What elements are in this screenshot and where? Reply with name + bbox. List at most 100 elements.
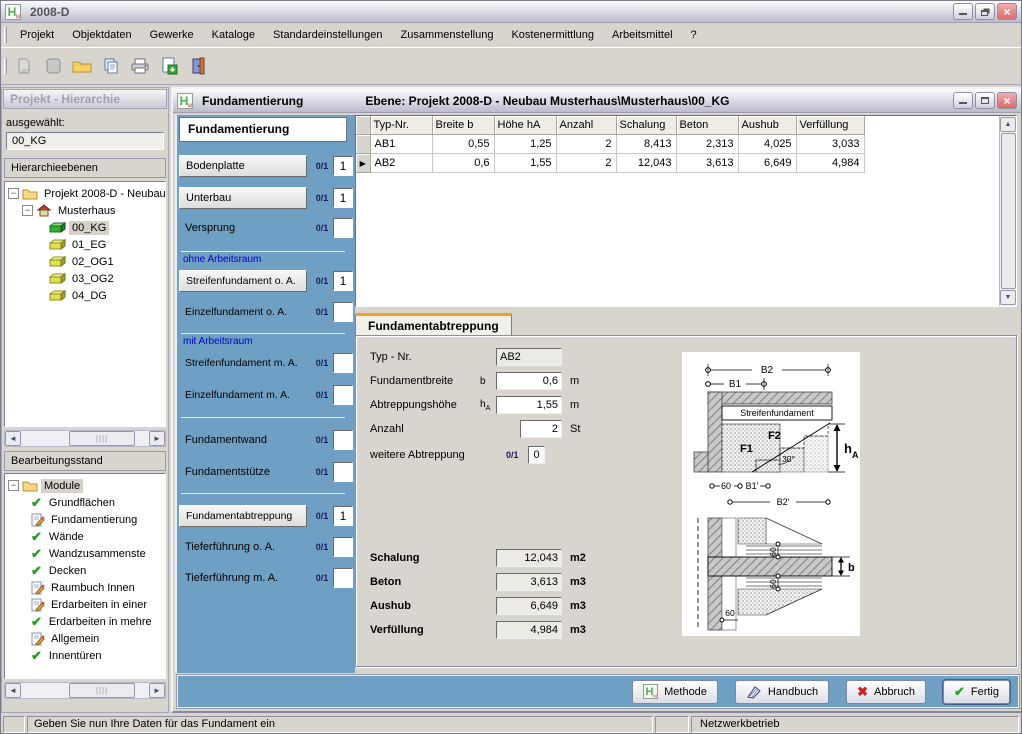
scroll-down-icon[interactable]: ▼	[1000, 290, 1016, 305]
handbuch-button[interactable]: Handbuch	[735, 680, 829, 704]
bodenplatte-button[interactable]: Bodenplatte	[179, 155, 307, 177]
collapse-icon[interactable]: −	[22, 205, 33, 216]
row-selector[interactable]	[356, 134, 370, 153]
row-selector-current[interactable]: ▶	[356, 153, 370, 172]
streifenfundament-oa-count-box[interactable]: 1	[333, 271, 353, 291]
hierarchy-hscrollbar[interactable]: ◄ |||| ►	[4, 430, 166, 447]
versprung-label[interactable]: Versprung	[179, 217, 307, 239]
col-verfuellung[interactable]: Verfüllung	[796, 116, 864, 134]
scroll-right-icon[interactable]: ►	[149, 683, 165, 698]
tree-node-floor-01eg[interactable]: 01_EG	[5, 236, 165, 253]
module-innentueren[interactable]: ✔ Innentüren	[5, 647, 165, 664]
scroll-thumb[interactable]: ||||	[69, 431, 135, 446]
col-aushub[interactable]: Aushub	[738, 116, 796, 134]
table-row[interactable]: AB1 0,55 1,25 2 8,413 2,313 4,025 3,033	[356, 134, 864, 153]
methode-button[interactable]: HM Methode	[632, 680, 718, 704]
abtreppungshoehe-input[interactable]: 1,55	[496, 396, 562, 414]
module-fundamentierung[interactable]: Fundamentierung	[5, 511, 165, 528]
abbruch-button[interactable]: ✖ Abbruch	[846, 680, 926, 704]
streifenfundament-ma-count-box[interactable]	[333, 353, 353, 373]
child-minimize-button[interactable]	[953, 92, 973, 109]
print-icon[interactable]	[127, 53, 153, 79]
fundamentabtreppung-button[interactable]: Fundamentabtreppung	[179, 505, 307, 527]
col-schalung[interactable]: Schalung	[616, 116, 676, 134]
tieferfuehrung-oa-count-box[interactable]	[333, 537, 353, 557]
menu-objektdaten[interactable]: Objektdaten	[63, 26, 140, 44]
scroll-up-icon[interactable]: ▲	[1000, 117, 1016, 132]
open-folder-icon[interactable]	[69, 53, 95, 79]
module-grundflaechen[interactable]: ✔ Grundflächen	[5, 494, 165, 511]
fundamentwand-label[interactable]: Fundamentwand	[179, 429, 307, 451]
anzahl-input[interactable]: 2	[520, 420, 562, 438]
menu-standardeinstellungen[interactable]: Standardeinstellungen	[264, 26, 391, 44]
fundamentabtreppung-count-box[interactable]: 1	[333, 506, 353, 526]
tieferfuehrung-ma-label[interactable]: Tieferführung m. A.	[179, 567, 307, 589]
col-beton[interactable]: Beton	[676, 116, 738, 134]
collapse-icon[interactable]: −	[8, 480, 19, 491]
col-breite[interactable]: Breite b	[432, 116, 494, 134]
tieferfuehrung-oa-label[interactable]: Tieferführung o. A.	[179, 536, 307, 558]
fundamentstuetze-label[interactable]: Fundamentstütze	[179, 461, 307, 483]
scroll-thumb[interactable]	[1001, 133, 1016, 289]
col-typ-nr[interactable]: Typ-Nr.	[370, 116, 432, 134]
app-minimize-button[interactable]	[953, 3, 973, 20]
module-raumbuch-innen[interactable]: Raumbuch Innen	[5, 579, 165, 596]
child-close-button[interactable]: ×	[997, 92, 1017, 109]
unterbau-button[interactable]: Unterbau	[179, 187, 307, 209]
hierarchy-levels-header[interactable]: Hierarchieebenen	[4, 158, 166, 178]
bodenplatte-count-box[interactable]: 1	[333, 156, 353, 176]
versprung-count-box[interactable]	[333, 218, 353, 238]
tree-node-building[interactable]: − Musterhaus	[5, 202, 165, 219]
menu-help[interactable]: ?	[682, 26, 706, 44]
module-decken[interactable]: ✔ Decken	[5, 562, 165, 579]
tree-node-floor-02og1[interactable]: 02_OG1	[5, 253, 165, 270]
einzelfundament-oa-label[interactable]: Einzelfundament o. A.	[179, 301, 307, 323]
export-icon[interactable]	[156, 53, 182, 79]
child-maximize-button[interactable]	[975, 92, 995, 109]
scroll-left-icon[interactable]: ◄	[5, 683, 21, 698]
einzelfundament-ma-count-box[interactable]	[333, 385, 353, 405]
col-anzahl[interactable]: Anzahl	[556, 116, 616, 134]
progress-hscrollbar[interactable]: ◄ |||| ►	[4, 682, 166, 699]
app-restore-button[interactable]	[975, 3, 995, 20]
app-close-button[interactable]: ×	[997, 3, 1017, 20]
grid-vscrollbar[interactable]: ▲ ▼	[999, 116, 1016, 306]
new-document-icon[interactable]	[11, 53, 37, 79]
scroll-left-icon[interactable]: ◄	[5, 431, 21, 446]
progress-panel-header[interactable]: Bearbeitungsstand	[4, 451, 166, 471]
fertig-button[interactable]: ✔ Fertig	[943, 680, 1010, 704]
unterbau-count-box[interactable]: 1	[333, 188, 353, 208]
fundamentwand-count-box[interactable]	[333, 430, 353, 450]
scroll-right-icon[interactable]: ►	[149, 431, 165, 446]
menu-gewerke[interactable]: Gewerke	[141, 26, 203, 44]
copy-icon[interactable]	[98, 53, 124, 79]
einzelfundament-ma-label[interactable]: Einzelfundament m. A.	[179, 384, 307, 406]
module-erdarbeiten-einer[interactable]: Erdarbeiten in einer	[5, 596, 165, 613]
fundamentbreite-input[interactable]: 0,6	[496, 372, 562, 390]
tree-node-project[interactable]: − Projekt 2008-D - Neubau	[5, 185, 165, 202]
menu-arbeitsmittel[interactable]: Arbeitsmittel	[603, 26, 682, 44]
exit-door-icon[interactable]	[185, 53, 211, 79]
module-waende[interactable]: ✔ Wände	[5, 528, 165, 545]
module-erdarbeiten-mehre[interactable]: ✔ Erdarbeiten in mehre	[5, 613, 165, 630]
menu-kostenermittlung[interactable]: Kostenermittlung	[502, 26, 603, 44]
weitere-abtreppung-input[interactable]: 0	[528, 446, 545, 464]
menu-projekt[interactable]: Projekt	[11, 26, 63, 44]
tieferfuehrung-ma-count-box[interactable]	[333, 568, 353, 588]
scroll-thumb[interactable]: ||||	[69, 683, 135, 698]
einzelfundament-oa-count-box[interactable]	[333, 302, 353, 322]
menu-kataloge[interactable]: Kataloge	[203, 26, 264, 44]
col-hoehe[interactable]: Höhe hA	[494, 116, 556, 134]
fundamentstuetze-count-box[interactable]	[333, 462, 353, 482]
collapse-icon[interactable]: −	[8, 188, 19, 199]
streifenfundament-ma-label[interactable]: Streifenfundament m. A.	[179, 352, 307, 374]
tree-node-floor-04dg[interactable]: 04_DG	[5, 287, 165, 304]
open-project-icon[interactable]	[40, 53, 66, 79]
table-row-selected[interactable]: ▶ AB2 0,6 1,55 2 12,043 3,613 6,649 4,98…	[356, 153, 864, 172]
tree-node-floor-03og2[interactable]: 03_OG2	[5, 270, 165, 287]
module-wandzusammenstellung[interactable]: ✔ Wandzusammenste	[5, 545, 165, 562]
tab-fundamentabtreppung[interactable]: Fundamentabtreppung	[355, 313, 512, 336]
tree-node-module[interactable]: − Module	[5, 477, 165, 494]
tree-node-floor-00kg[interactable]: 00_KG	[5, 219, 165, 236]
streifenfundament-oa-button[interactable]: Streifenfundament o. A.	[179, 270, 307, 292]
